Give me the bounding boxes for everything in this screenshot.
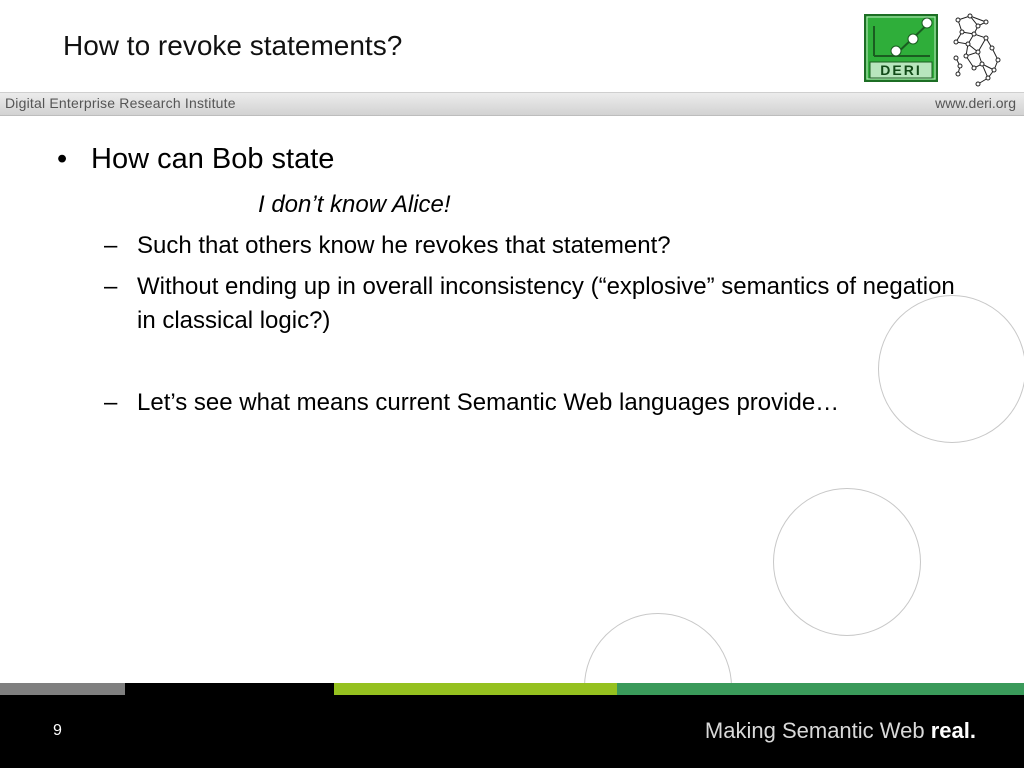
tagline: Making Semantic Web real. bbox=[705, 718, 976, 744]
sub-item-text: Such that others know he revokes that st… bbox=[137, 232, 671, 259]
website-url: www.deri.org bbox=[935, 95, 1016, 111]
color-strip-black bbox=[125, 683, 334, 695]
dash-marker: – bbox=[104, 273, 118, 300]
page-number: 9 bbox=[53, 722, 62, 739]
tagline-normal: Making Semantic Web bbox=[704, 718, 931, 743]
sub-item-text: Let’s see what means current Semantic We… bbox=[137, 389, 840, 416]
bullet-marker: • bbox=[57, 143, 68, 175]
deri-logo-icon: DERI bbox=[864, 14, 938, 82]
logo-text: DERI bbox=[880, 62, 921, 78]
color-strip-lime bbox=[334, 683, 617, 695]
slide: How to revoke statements? DERI Digital E… bbox=[0, 0, 1024, 768]
quote-text: I don’t know Alice! bbox=[258, 191, 451, 218]
map-network-icon bbox=[948, 12, 1004, 90]
slide-title: How to revoke statements? bbox=[63, 30, 403, 61]
bullet-text: How can Bob state bbox=[91, 143, 335, 175]
color-strip-gray bbox=[0, 683, 125, 695]
dash-marker: – bbox=[104, 232, 118, 259]
decorative-circle bbox=[773, 488, 921, 636]
dash-marker: – bbox=[104, 389, 118, 416]
color-strip-green bbox=[617, 683, 1024, 695]
sub-item-text: Without ending up in overall inconsisten… bbox=[137, 273, 955, 334]
header-bar: Digital Enterprise Research Institute ww… bbox=[0, 92, 1024, 116]
tagline-bold: real. bbox=[930, 718, 976, 743]
institute-name: Digital Enterprise Research Institute bbox=[5, 95, 236, 111]
